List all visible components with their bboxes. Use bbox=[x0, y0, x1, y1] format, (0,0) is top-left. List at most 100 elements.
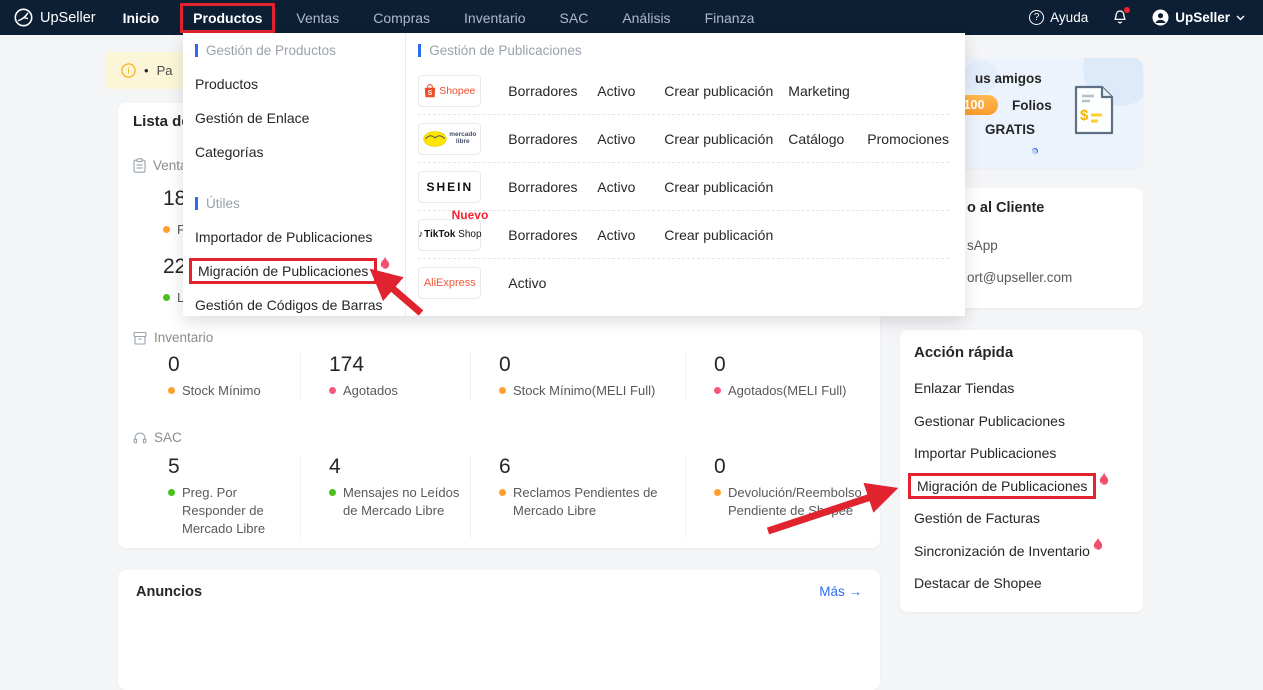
marketplace-logo-box: ♪TikTok ShopNuevo bbox=[418, 219, 481, 251]
nav-item-label: Inicio bbox=[123, 10, 160, 26]
stat-label: Preg. Por Responder de Mercado Libre bbox=[168, 484, 300, 538]
marketplace-row-mercado-libre: mercadolibre BorradoresActivoCrear public… bbox=[418, 115, 949, 163]
nav-item-finanza[interactable]: Finanza bbox=[705, 10, 755, 26]
notification-dot bbox=[1124, 7, 1130, 13]
nav-item-compras[interactable]: Compras bbox=[373, 10, 430, 26]
stat-label-text: Devolución/Reembolso Pendiente de Shopee bbox=[728, 484, 862, 520]
link-activo[interactable]: Activo bbox=[597, 179, 664, 195]
brand-logo[interactable]: UpSeller bbox=[14, 8, 96, 27]
marketplace-logo-box: SHEIN bbox=[418, 171, 481, 203]
archive-box-icon bbox=[133, 331, 147, 345]
link-activo[interactable]: Activo bbox=[597, 83, 664, 99]
quick-action-label: Gestionar Publicaciones bbox=[914, 413, 1065, 429]
nav-item-label: Inventario bbox=[464, 10, 525, 26]
stat-cell: 6Reclamos Pendientes de Mercado Libre bbox=[470, 455, 685, 538]
menu-item-categorias[interactable]: Categorías bbox=[195, 135, 405, 169]
marketplace-links: BorradoresActivoCrear publicaciónMarketi… bbox=[508, 83, 867, 99]
quick-action-label: Sincronización de Inventario bbox=[914, 543, 1090, 559]
link-crear-publicacion[interactable]: Crear publicación bbox=[664, 179, 788, 195]
marketplace-row-shopee: SShopeeBorradoresActivoCrear publicación… bbox=[418, 67, 949, 115]
orange-dot bbox=[499, 387, 506, 394]
nav-item-label: Compras bbox=[373, 10, 430, 26]
nav-item-analisis[interactable]: Análisis bbox=[622, 10, 670, 26]
link-activo[interactable]: Activo bbox=[597, 131, 664, 147]
link-promociones[interactable]: Promociones bbox=[867, 131, 949, 147]
quick-action-destacar-de-shopee[interactable]: Destacar de Shopee bbox=[914, 567, 1129, 600]
link-borradores[interactable]: Borradores bbox=[508, 131, 597, 147]
link-activo[interactable]: Activo bbox=[508, 275, 597, 291]
menu-item-gestion-de-enlace[interactable]: Gestión de Enlace bbox=[195, 101, 405, 135]
green-dot bbox=[329, 489, 336, 496]
carousel-dot[interactable] bbox=[1032, 149, 1037, 154]
menu-item-label: Migración de Publicaciones bbox=[198, 263, 368, 279]
quick-action-migracion-de-publicaciones[interactable]: Migración de Publicaciones bbox=[914, 470, 1129, 503]
annotation-box: Migración de Publicaciones bbox=[189, 258, 377, 284]
productos-dropdown-menu: Gestión de ProductosProductosGestión de … bbox=[183, 33, 965, 316]
more-link[interactable]: Más → bbox=[819, 584, 862, 676]
green-dot bbox=[163, 294, 170, 301]
notice-bullet: • bbox=[144, 63, 149, 78]
menu-item-productos[interactable]: Productos bbox=[195, 67, 405, 101]
stat-label: Devolución/Reembolso Pendiente de Shopee bbox=[714, 484, 862, 520]
user-menu[interactable]: UpSeller bbox=[1152, 9, 1245, 26]
quick-action-sincronizacion-de-inventario[interactable]: Sincronización de Inventario bbox=[914, 535, 1129, 568]
stat-value: 174 bbox=[329, 353, 470, 377]
link-crear-publicacion[interactable]: Crear publicación bbox=[664, 83, 788, 99]
stat-cell: 5Preg. Por Responder de Mercado Libre bbox=[163, 455, 300, 538]
quick-action-importar-publicaciones[interactable]: Importar Publicaciones bbox=[914, 437, 1129, 470]
link-marketing[interactable]: Marketing bbox=[788, 83, 867, 99]
notifications-button[interactable] bbox=[1112, 9, 1128, 26]
nav-items: Inicio Productos Ventas Compras Inventario SA… bbox=[123, 10, 755, 26]
link-crear-publicacion[interactable]: Crear publicación bbox=[664, 131, 788, 147]
aliexpress-logo: AliExpress bbox=[424, 277, 476, 289]
menu-item-label: Gestión de Códigos de Barras bbox=[195, 297, 383, 313]
quick-action-enlazar-tiendas[interactable]: Enlazar Tiendas bbox=[914, 372, 1129, 405]
nav-item-inventario[interactable]: Inventario bbox=[464, 10, 525, 26]
menu-item-gestion-de-codigos-de-barras[interactable]: Gestión de Códigos de Barras bbox=[195, 288, 405, 322]
orange-dot bbox=[499, 489, 506, 496]
nav-item-sac[interactable]: SAC bbox=[560, 10, 589, 26]
help-button[interactable]: ? Ayuda bbox=[1029, 10, 1088, 25]
dropdown-left-menu: Gestión de ProductosProductosGestión de … bbox=[183, 33, 406, 316]
sac-label-text: SAC bbox=[154, 430, 182, 445]
link-crear-publicacion[interactable]: Crear publicación bbox=[664, 227, 788, 243]
quick-action-gestionar-publicaciones[interactable]: Gestionar Publicaciones bbox=[914, 405, 1129, 438]
invoice-document-icon: $ bbox=[1072, 84, 1116, 136]
link-borradores[interactable]: Borradores bbox=[508, 179, 597, 195]
link-activo[interactable]: Activo bbox=[597, 227, 664, 243]
menu-item-migracion-de-publicaciones[interactable]: Migración de Publicaciones bbox=[195, 254, 405, 288]
red-dot bbox=[329, 387, 336, 394]
quick-action-gestion-de-facturas[interactable]: Gestión de Facturas bbox=[914, 502, 1129, 535]
stat-label-text: Preg. Por Responder de Mercado Libre bbox=[182, 484, 300, 538]
nav-item-ventas[interactable]: Ventas bbox=[296, 10, 339, 26]
stat-label: Stock Mínimo bbox=[168, 382, 300, 400]
tiktok-shop-logo: ♪TikTok Shop bbox=[418, 229, 481, 240]
link-catalogo[interactable]: Catálogo bbox=[788, 131, 867, 147]
quick-action-label: Gestión de Facturas bbox=[914, 510, 1040, 526]
inventario-stats: 0Stock Mínimo174Agotados0Stock Mínimo(ME… bbox=[118, 353, 862, 400]
menu-section-header: Útiles bbox=[195, 192, 405, 214]
whatsapp-link[interactable]: sApp bbox=[967, 238, 998, 253]
link-borradores[interactable]: Borradores bbox=[508, 227, 597, 243]
green-dot bbox=[168, 489, 175, 496]
support-email[interactable]: ort@upseller.com bbox=[967, 270, 1072, 285]
quick-actions-card: Acción rápida Enlazar TiendasGestionar P… bbox=[900, 330, 1143, 612]
nav-item-productos[interactable]: Productos bbox=[193, 10, 262, 26]
nav-item-inicio[interactable]: Inicio bbox=[123, 10, 160, 26]
quick-action-label: Migración de Publicaciones bbox=[917, 478, 1087, 494]
mercadolibre-logo: mercadolibre bbox=[423, 131, 476, 147]
svg-text:i: i bbox=[128, 66, 130, 76]
announcements-title: Anuncios bbox=[136, 584, 202, 676]
link-borradores[interactable]: Borradores bbox=[508, 83, 597, 99]
shopee-bag-icon: S bbox=[424, 84, 436, 98]
promo-text-line1: us amigos bbox=[975, 71, 1042, 86]
menu-item-importador-de-publicaciones[interactable]: Importador de Publicaciones bbox=[195, 220, 405, 254]
publications-header: Gestión de Publicaciones bbox=[418, 39, 949, 61]
marketplace-links: BorradoresActivoCrear publicación bbox=[508, 179, 788, 195]
shein-logo: SHEIN bbox=[426, 180, 473, 194]
stat-label-text: Agotados bbox=[343, 382, 398, 400]
marketplace-row-shein: SHEIN BorradoresActivoCrear publicación bbox=[418, 163, 949, 211]
stat-label: Mensajes no Leídos de Mercado Libre bbox=[329, 484, 470, 520]
stat-label: Agotados bbox=[329, 382, 470, 400]
top-nav: UpSeller Inicio Productos Ventas Compras Inv… bbox=[0, 0, 1263, 35]
